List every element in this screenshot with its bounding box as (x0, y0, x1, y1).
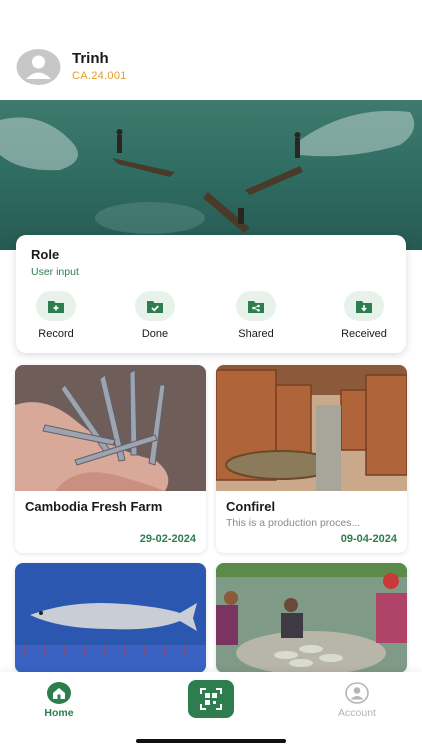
record-label: Record (38, 328, 74, 340)
done-label: Done (141, 328, 169, 340)
product-card[interactable]: Confirel This is a production proces... … (216, 365, 407, 553)
user-avatar-icon[interactable] (15, 48, 62, 86)
product-date: 09-04-2024 (340, 533, 397, 545)
product-card[interactable]: Cambodia Fresh Farm 29-02-2024 (15, 365, 206, 553)
user-code: CA.24.001 (72, 70, 127, 82)
record-button[interactable]: Record (16, 291, 96, 346)
folder-check-icon (147, 301, 163, 313)
user-name: Trinh (72, 50, 109, 67)
nav-home-label: Home (44, 707, 74, 719)
home-icon (47, 682, 71, 704)
qr-scan-icon (200, 688, 222, 710)
fish-harvest-image (216, 563, 407, 673)
folder-add-icon (48, 301, 64, 313)
received-label: Received (341, 328, 387, 340)
fish-sauce-barrels-image (216, 365, 407, 491)
product-date: 29-02-2024 (139, 533, 196, 545)
qr-scan-button[interactable] (188, 680, 234, 718)
nav-account-label: Account (338, 707, 376, 719)
fish-on-ruler-image (15, 563, 206, 673)
product-card[interactable] (216, 563, 407, 673)
nav-account[interactable]: Account (317, 682, 397, 727)
shared-button[interactable]: Shared (216, 291, 296, 346)
profile-header: Trinh CA.24.001 (0, 40, 422, 96)
role-title: Role (31, 247, 60, 262)
role-card: Role User input Record Done Shared Recei… (16, 235, 406, 353)
received-button[interactable]: Received (324, 291, 404, 346)
home-indicator (136, 739, 286, 743)
product-name: Confirel (226, 499, 276, 514)
product-name: Cambodia Fresh Farm (25, 499, 163, 514)
product-description: This is a production proces... (226, 517, 361, 529)
account-icon (345, 682, 369, 704)
product-card[interactable] (15, 563, 206, 673)
folder-share-icon (248, 301, 264, 313)
done-button[interactable]: Done (115, 291, 195, 346)
nav-home[interactable]: Home (19, 682, 99, 727)
fish-in-hand-image (15, 365, 206, 491)
hero-banner-image (0, 100, 422, 250)
role-subtitle: User input (31, 266, 79, 278)
shared-label: Shared (238, 328, 274, 340)
folder-download-icon (356, 301, 372, 313)
